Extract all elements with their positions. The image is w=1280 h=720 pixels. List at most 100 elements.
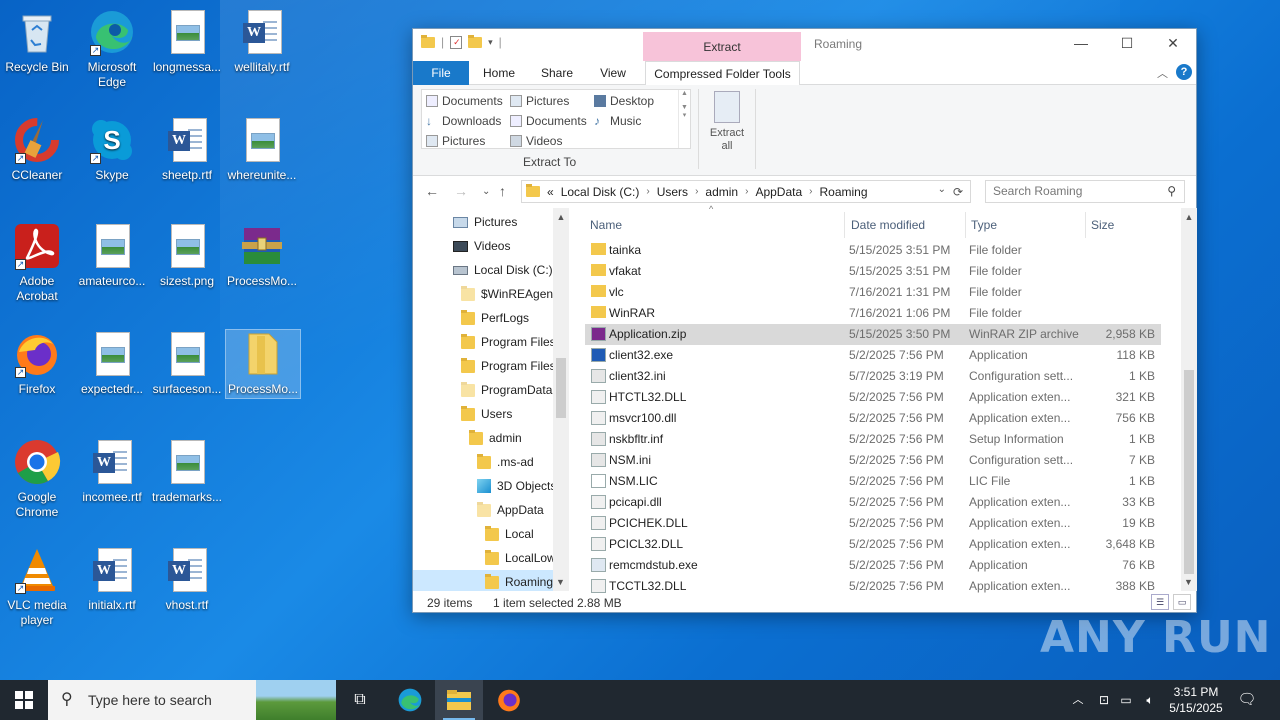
desktop-icon-initialx[interactable]: W initialx.rtf [75,546,149,613]
scroll-up-icon[interactable]: ▲ [1181,212,1197,222]
extract-to-documents[interactable]: Documents [426,94,503,108]
desktop-icon-wellitaly[interactable]: W wellitaly.rtf [225,8,299,75]
nav-item-users[interactable]: Users [461,402,512,426]
close-button[interactable]: ✕ [1150,29,1196,59]
taskbar-search-box[interactable]: ⚲ Type here to search [48,680,336,720]
new-folder-icon[interactable] [468,34,483,48]
column-header-date-modified[interactable]: Date modified [846,212,966,238]
extract-to-music[interactable]: ♪ Music [594,114,641,128]
qat-dropdown-icon[interactable]: ▾ [488,37,493,48]
file-row[interactable]: pcicapi.dll 5/2/2025 7:56 PM Application e… [585,492,1161,513]
nav-item-program-files[interactable]: Program Files [461,330,556,354]
nav-item-roaming[interactable]: Roaming [413,570,553,591]
network-icon[interactable]: ⊡ [1094,680,1114,720]
nav-item-pictures[interactable]: Pictures [453,210,517,234]
extract-to-desktop[interactable]: Desktop [594,94,654,108]
extract-all-button[interactable]: Extract all [705,89,749,153]
details-view-button[interactable]: ☰ [1151,594,1169,610]
desktop-icon-surfaceson[interactable]: surfaceson... [150,330,224,397]
desktop-icon-skype[interactable]: S ↗ Skype [75,116,149,183]
scroll-up-icon[interactable]: ▲ [553,212,569,222]
task-view-button[interactable]: ⧉ [336,680,384,720]
recent-locations-icon[interactable]: ⌄ [482,186,490,197]
search-input[interactable]: Search Roaming ⚲ [985,180,1185,203]
forward-button[interactable]: → [454,183,468,199]
clock[interactable]: 3:51 PM 5/15/2025 [1164,680,1228,720]
file-row[interactable]: NSM.ini 5/2/2025 7:56 PM Configuration set… [585,450,1161,471]
extract-to-videos[interactable]: Videos [510,134,562,148]
nav-item-videos[interactable]: Videos [453,234,510,258]
desktop-icon-amateurco[interactable]: amateurco... [75,222,149,289]
desktop-icon-incomee[interactable]: W incomee.rtf [75,438,149,505]
minimize-button[interactable]: — [1058,29,1104,59]
column-header-size[interactable]: Size [1086,212,1162,238]
column-header-name[interactable]: Name [585,212,845,238]
desktop-icon-firefox[interactable]: ↗ Firefox [0,330,74,397]
nav-item-program-files-x86[interactable]: Program Files [461,354,556,378]
nav-pane-scrollbar[interactable]: ▲ ▼ [553,208,569,591]
file-row[interactable]: vfakat 5/15/2025 3:51 PM File folder [585,261,1161,282]
tab-file[interactable]: File [413,61,469,85]
collapse-ribbon-icon[interactable]: ︿ [1157,65,1168,81]
tab-share[interactable]: Share [533,61,581,85]
display-icon[interactable]: ▭ [1116,680,1136,720]
nav-item-admin[interactable]: admin [469,426,522,450]
desktop-icon-ccleaner[interactable]: ↗ CCleaner [0,116,74,183]
nav-item-winreagent[interactable]: $WinREAgent [461,282,556,306]
file-row[interactable]: NSM.LIC 5/2/2025 7:56 PM LIC File 1 KB [585,471,1161,492]
back-button[interactable]: ← [425,183,439,199]
refresh-button[interactable]: ⟳ [953,185,963,199]
file-row[interactable]: tainka 5/15/2025 3:51 PM File folder [585,240,1161,261]
desktop-icon-recycle-bin[interactable]: Recycle Bin [0,8,74,75]
explorer-window[interactable]: | ✓ ▾ | Extract Roaming — ☐ ✕ File Home … [412,28,1197,613]
file-row[interactable]: WinRAR 7/16/2021 1:06 PM File folder [585,303,1161,324]
desktop-icon-adobe-acrobat[interactable]: ↗ Adobe Acrobat [0,222,74,304]
breadcrumb-roaming[interactable]: Roaming [819,185,867,199]
desktop-icon-expectedr[interactable]: expectedr... [75,330,149,397]
help-icon[interactable]: ? [1176,64,1192,80]
breadcrumb-local-disk[interactable]: Local Disk (C:) [561,185,640,199]
tab-compressed-folder-tools[interactable]: Compressed Folder Tools [645,61,800,86]
scroll-down-icon[interactable]: ▼ [1184,577,1193,587]
extract-to-gallery[interactable]: Documents Pictures Desktop ↓ Downloads Do… [421,89,691,149]
file-row[interactable]: client32.ini 5/7/2025 3:19 PM Configuratio… [585,366,1161,387]
scroll-thumb[interactable] [1184,370,1194,574]
desktop-icon-longmessa[interactable]: longmessa... [150,8,224,75]
file-row[interactable]: vlc 7/16/2021 1:31 PM File folder [585,282,1161,303]
nav-item-local-disk[interactable]: Local Disk (C:) [453,258,553,282]
extract-to-pictures-2[interactable]: Pictures [426,134,485,148]
extract-to-documents-2[interactable]: Documents [510,114,587,128]
gallery-scrollbar[interactable]: ▲ ▼ ▾ [678,90,690,148]
scroll-down-icon[interactable]: ▼ [556,577,565,587]
breadcrumb-users[interactable]: Users [657,185,688,199]
up-button[interactable]: ↑ [499,183,506,199]
extract-to-pictures[interactable]: Pictures [510,94,569,108]
desktop-icon-sizest[interactable]: sizest.png [150,222,224,289]
nav-item-ms-ad[interactable]: .ms-ad [477,450,534,474]
start-button[interactable] [0,680,48,720]
nav-item-locallow[interactable]: LocalLow [485,546,556,570]
notifications-icon[interactable]: 🗨︎ [1234,680,1260,720]
desktop-icon-trademarks[interactable]: trademarks... [150,438,224,505]
desktop-icon-vlc[interactable]: ↗ VLC media player [0,546,74,628]
show-hidden-icons-button[interactable]: ︿ [1068,680,1088,720]
file-row[interactable]: PCICL32.DLL 5/2/2025 7:56 PM Application e… [585,534,1161,555]
file-list-scrollbar[interactable]: ▲ ▼ [1181,208,1197,591]
file-row[interactable]: Application.zip 5/15/2025 3:50 PM WinRAR Z… [585,324,1161,345]
desktop-icon-sheetp[interactable]: W sheetp.rtf [150,116,224,183]
desktop-icon-edge[interactable]: ↗ Microsoft Edge [75,8,149,90]
desktop-icon-whereunite[interactable]: whereunite... [225,116,299,183]
nav-item-perflogs[interactable]: PerfLogs [461,306,529,330]
taskbar-edge[interactable] [386,680,434,720]
taskbar-file-explorer[interactable] [435,680,483,720]
maximize-button[interactable]: ☐ [1104,29,1150,59]
column-header-type[interactable]: Type [966,212,1086,238]
desktop-icon-processmo-winrar[interactable]: ProcessMo... [225,222,299,289]
context-tab-extract[interactable]: Extract [643,32,801,61]
file-row[interactable]: msvcr100.dll 5/2/2025 7:56 PM Application … [585,408,1161,429]
desktop-icon-google-chrome[interactable]: Google Chrome [0,438,74,520]
large-icons-view-button[interactable]: ▭ [1173,594,1191,610]
file-row[interactable]: HTCTL32.DLL 5/2/2025 7:56 PM Application e… [585,387,1161,408]
nav-item-local[interactable]: Local [485,522,534,546]
file-row[interactable]: remcmdstub.exe 5/2/2025 7:56 PM Applicatio… [585,555,1161,576]
